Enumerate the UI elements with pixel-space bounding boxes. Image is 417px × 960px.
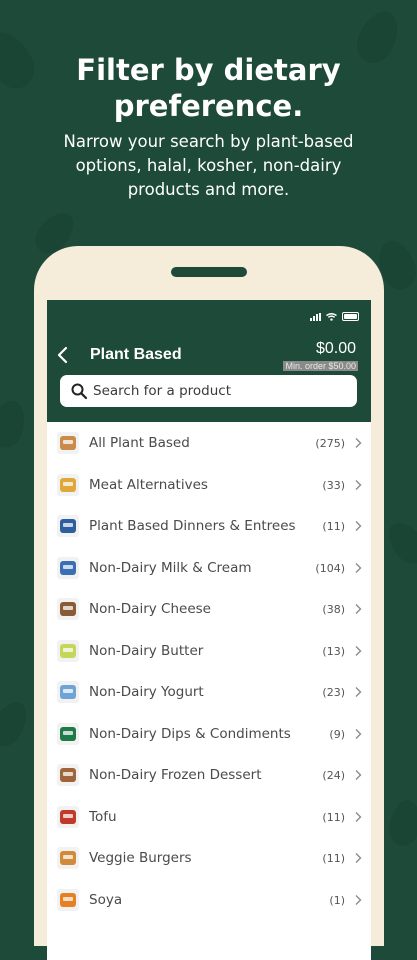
battery-icon xyxy=(342,312,359,321)
promo-subtext-line: Narrow your search by plant-based xyxy=(63,132,354,151)
category-count: (13) xyxy=(322,644,345,658)
min-order-label: Min. order $50.00 xyxy=(283,361,358,371)
chevron-right-icon xyxy=(355,811,362,822)
promo-headline-line: preference. xyxy=(113,89,304,123)
category-count: (33) xyxy=(322,478,345,492)
search-icon xyxy=(71,383,88,400)
milk-carton-thumb xyxy=(57,556,79,579)
app-header: Plant Based $0.00 Min. order $50.00 xyxy=(47,300,371,422)
phone-frame: Plant Based $0.00 Min. order $50.00 All … xyxy=(34,246,384,960)
dinner-box-thumb xyxy=(57,515,79,537)
category-count: (11) xyxy=(322,852,345,865)
category-label: Plant Based Dinners & Entrees xyxy=(89,518,296,534)
category-list: All Plant Based (275) Meat Alternatives (33… xyxy=(47,422,371,920)
category-label: Meat Alternatives xyxy=(89,476,208,493)
category-count: (104) xyxy=(315,561,345,575)
cart-total[interactable]: $0.00 xyxy=(316,340,356,358)
category-row[interactable]: Non-Dairy Frozen Dessert (24) xyxy=(47,754,371,796)
search-input[interactable] xyxy=(93,375,343,407)
chevron-right-icon xyxy=(355,645,362,656)
category-row[interactable]: Non-Dairy Dips & Condiments (9) xyxy=(47,713,371,755)
frozen-dessert-thumb xyxy=(57,764,79,786)
category-row[interactable]: Non-Dairy Milk & Cream (104) xyxy=(47,547,371,589)
category-label: Non-Dairy Cheese xyxy=(89,601,211,617)
plant-based-products-thumb xyxy=(57,432,79,454)
category-label: Non-Dairy Yogurt xyxy=(89,684,204,700)
back-arrow-icon[interactable] xyxy=(53,344,73,366)
chevron-right-icon xyxy=(355,604,362,614)
phone-speaker xyxy=(171,267,247,277)
category-count: (23) xyxy=(322,686,345,699)
category-label: Non-Dairy Milk & Cream xyxy=(89,559,252,576)
category-count: (9) xyxy=(329,727,345,741)
search-bar[interactable] xyxy=(60,375,357,407)
promo-subtext-line: products and more. xyxy=(127,180,290,199)
category-row[interactable]: Meat Alternatives (33) xyxy=(47,464,371,506)
category-count: (11) xyxy=(322,520,345,533)
chevron-right-icon xyxy=(355,521,362,531)
chevron-right-icon xyxy=(355,438,362,448)
chevron-right-icon xyxy=(355,770,362,780)
promo-subtext: Narrow your search by plant-based option… xyxy=(30,130,387,202)
category-label: All Plant Based xyxy=(89,435,190,451)
category-row[interactable]: Plant Based Dinners & Entrees (11) xyxy=(47,505,371,547)
yogurt-cup-thumb xyxy=(57,681,79,703)
category-label: Veggie Burgers xyxy=(89,850,192,866)
meat-alternatives-thumb xyxy=(57,473,79,496)
veggie-burger-thumb xyxy=(57,847,79,869)
category-row[interactable]: Non-Dairy Yogurt (23) xyxy=(47,671,371,713)
chevron-right-icon xyxy=(355,479,362,490)
wifi-icon xyxy=(326,312,337,321)
category-label: Non-Dairy Frozen Dessert xyxy=(89,767,262,783)
status-bar xyxy=(310,312,359,321)
category-row[interactable]: Tofu (11) xyxy=(47,796,371,838)
category-row[interactable]: Soya (1) xyxy=(47,879,371,921)
category-label: Non-Dairy Dips & Condiments xyxy=(89,725,291,742)
signal-icon xyxy=(310,312,321,321)
phone-screen: Plant Based $0.00 Min. order $50.00 All … xyxy=(47,300,371,960)
category-count: (38) xyxy=(322,603,345,616)
category-label: Tofu xyxy=(89,808,117,825)
category-count: (24) xyxy=(322,769,345,782)
chevron-right-icon xyxy=(355,853,362,863)
chevron-right-icon xyxy=(355,728,362,739)
background-leaf xyxy=(386,797,417,849)
background-leaf xyxy=(380,515,417,571)
promo-headline-line: Filter by dietary xyxy=(76,53,341,87)
dip-jar-thumb xyxy=(57,722,79,745)
category-count: (275) xyxy=(315,437,345,450)
cheese-thumb xyxy=(57,598,79,620)
promo-subtext-line: options, halal, kosher, non-dairy xyxy=(75,156,342,175)
tofu-pack-thumb xyxy=(57,805,79,828)
chevron-right-icon xyxy=(355,562,362,573)
butter-tub-thumb xyxy=(57,639,79,662)
category-row[interactable]: Non-Dairy Butter (13) xyxy=(47,630,371,672)
background-leaf xyxy=(0,396,30,452)
category-row[interactable]: Veggie Burgers (11) xyxy=(47,837,371,879)
category-label: Non-Dairy Butter xyxy=(89,642,204,659)
promo-headline: Filter by dietary preference. xyxy=(0,52,417,124)
category-row[interactable]: All Plant Based (275) xyxy=(47,422,371,464)
category-count: (1) xyxy=(329,893,345,907)
background-leaf xyxy=(0,695,34,753)
page-title: Plant Based xyxy=(90,346,182,363)
category-count: (11) xyxy=(322,810,345,824)
chevron-right-icon xyxy=(355,687,362,697)
category-row[interactable]: Non-Dairy Cheese (38) xyxy=(47,588,371,630)
